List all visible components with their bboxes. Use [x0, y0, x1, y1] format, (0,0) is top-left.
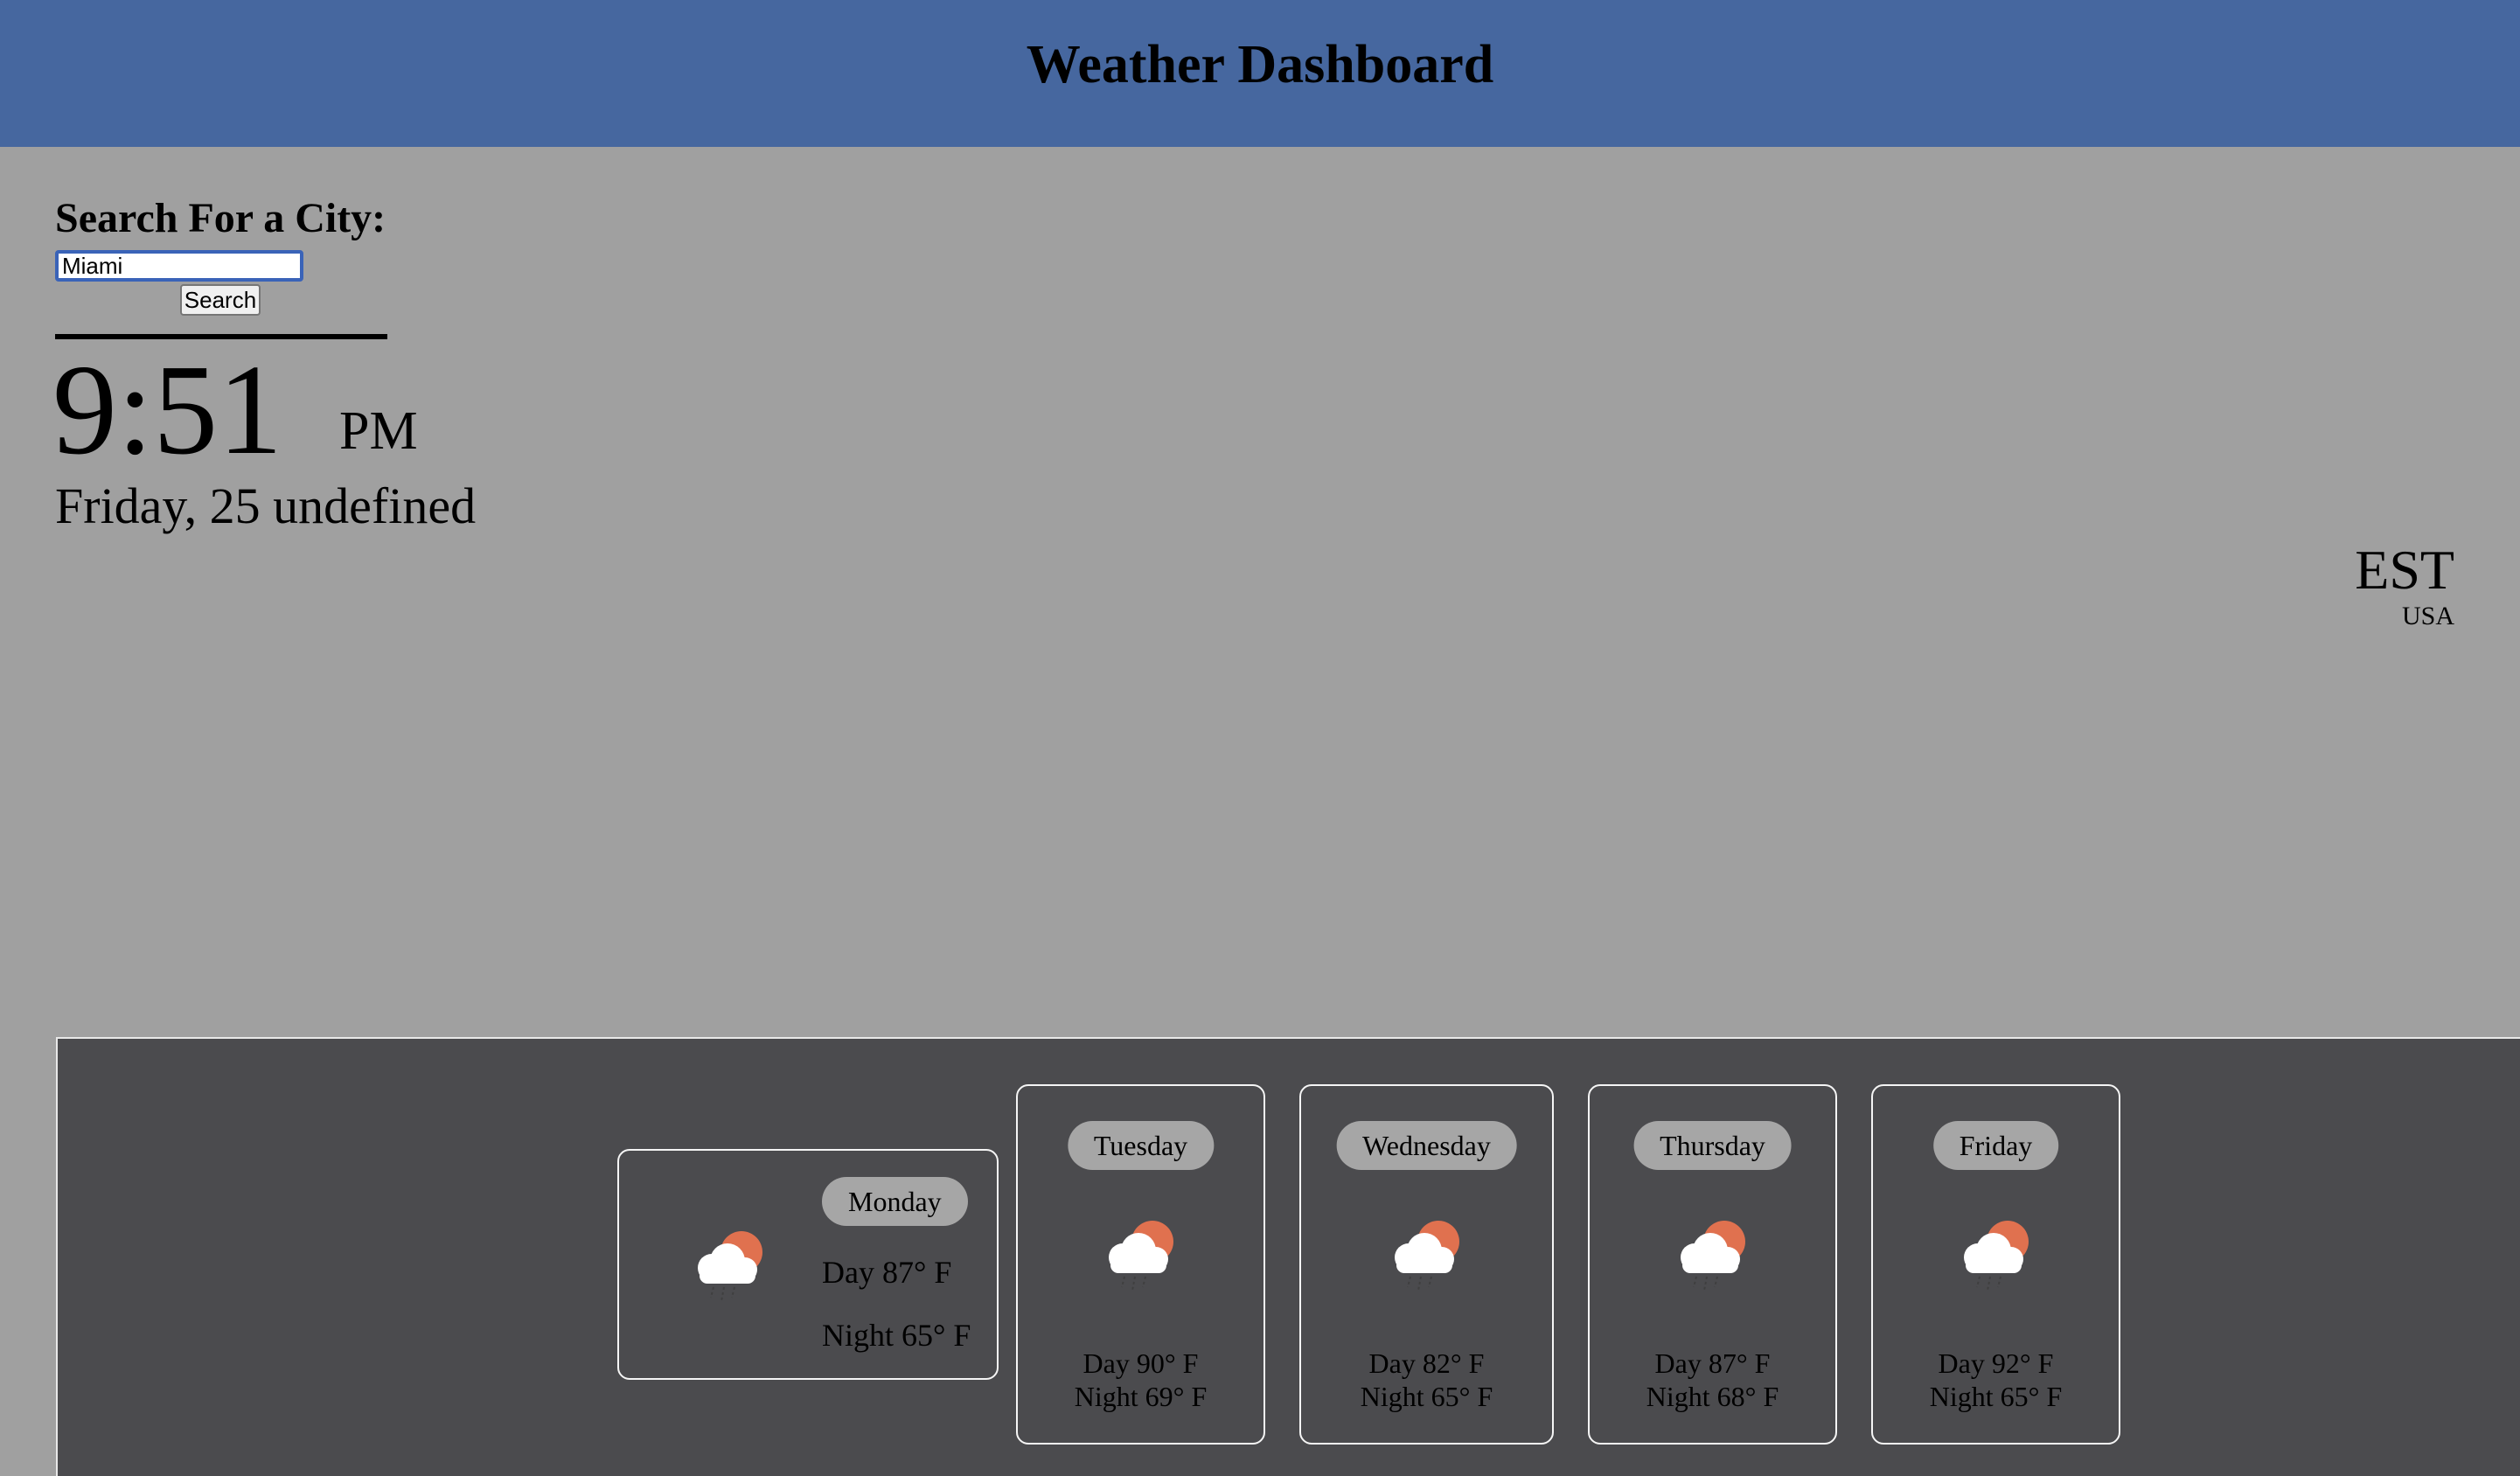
forecast-day-temp: Day 92° F [1938, 1347, 2054, 1379]
partly-cloudy-rain-icon [1948, 1207, 2044, 1303]
forecast-day-badge: Monday [822, 1177, 968, 1226]
forecast-temps: Day 87° F Night 68° F [1590, 1347, 1835, 1413]
partly-cloudy-rain-icon [1093, 1207, 1189, 1303]
page-title: Weather Dashboard [1026, 34, 1494, 94]
partly-cloudy-rain-icon [682, 1217, 778, 1313]
forecast-card-friday: Friday Day 92° F Night 65° F [1871, 1084, 2120, 1445]
forecast-night-temp: Night 69° F [1074, 1381, 1208, 1412]
forecast-today-card: Monday Day 87° F Night 65° F [617, 1149, 999, 1380]
country-label: USA [2401, 602, 2454, 630]
clock-date: Friday, 25 undefined [55, 477, 477, 534]
forecast-day-temp: Day 90° F [1082, 1347, 1199, 1379]
forecast-panel [56, 1037, 2520, 1476]
forecast-night-temp: Night 68° F [1646, 1381, 1779, 1412]
search-input[interactable] [55, 250, 303, 282]
forecast-night-temp: Night 65° F [1360, 1381, 1493, 1412]
forecast-day-badge: Thursday [1633, 1121, 1792, 1170]
forecast-night-temp: Night 65° F [1929, 1381, 2063, 1412]
forecast-day-badge: Friday [1932, 1121, 2059, 1170]
forecast-card-thursday: Thursday Day 87° F Night 68° F [1588, 1084, 1837, 1445]
app-header: Weather Dashboard [0, 0, 2520, 147]
forecast-card-tuesday: Tuesday Day 90° F Night 69° F [1016, 1084, 1265, 1445]
forecast-night-temp: Night 65° F [822, 1318, 971, 1353]
partly-cloudy-rain-icon [1665, 1207, 1761, 1303]
forecast-day-temp: Day 82° F [1368, 1347, 1485, 1379]
timezone-label: EST [2355, 539, 2454, 601]
partly-cloudy-rain-icon [1379, 1207, 1475, 1303]
forecast-temps: Day 90° F Night 69° F [1018, 1347, 1263, 1413]
clock-ampm: PM [339, 401, 418, 461]
search-label: Search For a City: [55, 195, 386, 241]
forecast-day-badge: Wednesday [1336, 1121, 1517, 1170]
forecast-day-temp: Day 87° F [822, 1255, 952, 1290]
forecast-temps: Day 92° F Night 65° F [1873, 1347, 2119, 1413]
forecast-temps: Day 82° F Night 65° F [1301, 1347, 1552, 1413]
forecast-day-badge: Tuesday [1067, 1121, 1215, 1170]
forecast-day-temp: Day 87° F [1654, 1347, 1771, 1379]
clock-time: 9:51 [52, 338, 283, 482]
forecast-card-wednesday: Wednesday Day 82° F Night 65° F [1299, 1084, 1554, 1445]
search-button[interactable]: Search [180, 284, 261, 316]
